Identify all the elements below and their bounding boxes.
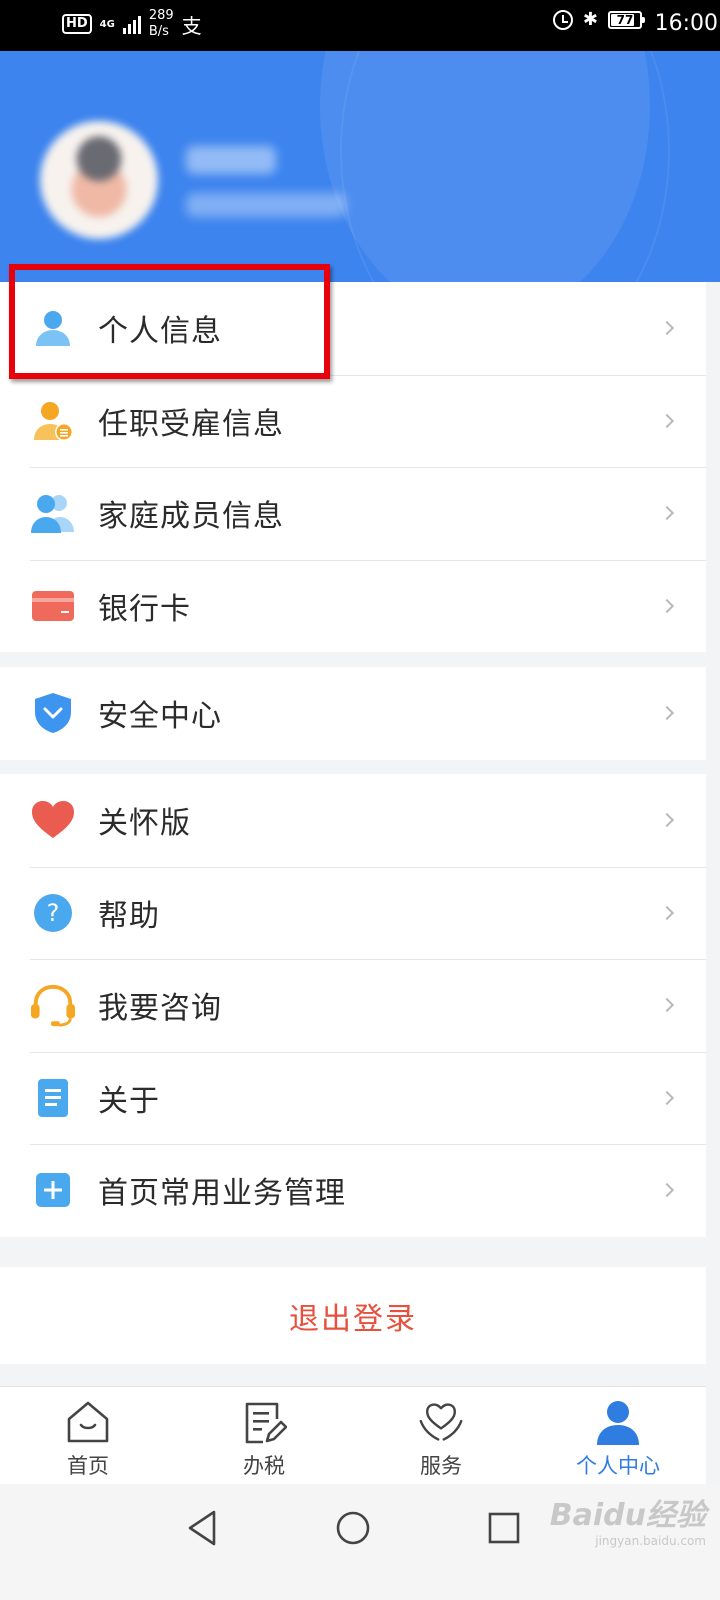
clock: 16:00 [654, 11, 718, 36]
menu-item-care-mode[interactable]: 关怀版 [0, 774, 706, 867]
avatar[interactable] [40, 121, 158, 239]
network-speed-value: 289 [148, 8, 174, 23]
menu-item-family-info[interactable]: 家庭成员信息 [0, 467, 706, 560]
chevron-right-icon [659, 905, 675, 920]
tax-form-icon [245, 1402, 287, 1444]
tab-tax[interactable]: 办税 [194, 1387, 334, 1485]
bank-card-icon [30, 583, 76, 629]
menu-item-label: 首页常用业务管理 [98, 1176, 346, 1212]
logout-button[interactable]: 退出登录 [0, 1267, 706, 1364]
profile-header [0, 51, 720, 282]
recents-icon[interactable] [484, 1508, 524, 1548]
menu-item-home-shortcuts[interactable]: 首页常用业务管理 [0, 1144, 706, 1237]
plus-square-icon [30, 1167, 76, 1213]
user-name-blurred [186, 146, 276, 174]
shield-icon [30, 690, 76, 736]
status-left: HD 4G 289 B/s 支 [62, 8, 202, 40]
menu-item-help[interactable]: ? 帮助 [0, 866, 706, 960]
chevron-right-icon [659, 413, 675, 428]
tab-label: 服务 [420, 1454, 462, 1478]
menu-item-label: 关于 [98, 1083, 160, 1119]
alarm-icon [552, 10, 573, 30]
status-right: ✱ 77 [552, 9, 645, 30]
menu-item-security-center[interactable]: 安全中心 [0, 667, 706, 760]
employee-badge-icon [30, 398, 76, 444]
menu-item-label: 家庭成员信息 [98, 499, 284, 535]
menu-group-misc: 关怀版 ? 帮助 我要咨询 关于 首页常用业务管理 [0, 774, 706, 1237]
heart-icon [30, 797, 76, 843]
menu-item-personal-info[interactable]: 个人信息 [0, 282, 706, 375]
hd-indicator: HD [62, 14, 92, 34]
person-icon [30, 305, 76, 351]
user-center-icon [597, 1401, 639, 1445]
back-icon[interactable] [182, 1508, 222, 1548]
chevron-right-icon [659, 706, 675, 721]
svg-text:?: ? [47, 899, 60, 927]
status-bar: HD 4G 289 B/s 支 ✱ 77 16:00 [0, 0, 720, 51]
payment-icon: 支 [181, 13, 202, 38]
menu-group-account: 个人信息 任职受雇信息 家庭成员信息 银行卡 [0, 282, 706, 652]
chevron-right-icon [659, 1090, 675, 1105]
menu-item-label: 我要咨询 [98, 991, 222, 1027]
tab-label: 首页 [67, 1454, 109, 1478]
battery-icon: 77 [608, 11, 645, 29]
network-speed-unit: B/s [148, 24, 169, 39]
home-icon [67, 1401, 109, 1443]
tab-label: 办税 [243, 1454, 285, 1478]
signal-icon [122, 14, 141, 34]
watermark: Baidu经验 jingyan.baidu.com [550, 1490, 706, 1548]
menu-item-label: 关怀版 [98, 806, 191, 842]
tab-home[interactable]: 首页 [18, 1387, 158, 1485]
network-type: 4G [99, 18, 115, 30]
menu-item-employment-info[interactable]: 任职受雇信息 [0, 374, 706, 468]
service-heart-icon [419, 1403, 463, 1441]
tab-service[interactable]: 服务 [371, 1387, 511, 1485]
chevron-right-icon [659, 998, 675, 1013]
logout-label: 退出登录 [289, 1301, 417, 1337]
menu-item-bank-card[interactable]: 银行卡 [0, 559, 706, 653]
chevron-right-icon [659, 813, 675, 828]
question-icon: ? [30, 890, 76, 936]
bottom-tab-bar: 首页 办税 服务 个人中心 [0, 1386, 706, 1484]
menu-item-label: 个人信息 [98, 314, 222, 350]
menu-item-label: 任职受雇信息 [98, 406, 284, 442]
tab-user-center[interactable]: 个人中心 [548, 1387, 688, 1485]
user-id-blurred [186, 193, 346, 217]
menu-item-consult[interactable]: 我要咨询 [0, 959, 706, 1052]
document-icon [30, 1075, 76, 1121]
headset-icon [30, 982, 76, 1028]
watermark-url: jingyan.baidu.com [595, 1534, 706, 1548]
menu-group-security: 安全中心 [0, 667, 706, 760]
tab-label: 个人中心 [576, 1454, 660, 1478]
menu-item-about[interactable]: 关于 [0, 1051, 706, 1145]
battery-level: 77 [616, 13, 634, 27]
chevron-right-icon [659, 1183, 675, 1198]
watermark-brand: Baidu经验 [549, 1498, 706, 1533]
system-navigation-bar: Baidu经验 jingyan.baidu.com [0, 1484, 720, 1600]
home-circle-icon[interactable] [333, 1508, 373, 1548]
network-speed: 289 B/s [149, 8, 174, 40]
chevron-right-icon [659, 598, 675, 613]
menu-item-label: 安全中心 [98, 699, 222, 735]
menu-item-label: 帮助 [98, 898, 160, 934]
chevron-right-icon [659, 506, 675, 521]
header-decoration-ring [340, 51, 670, 282]
bluetooth-icon: ✱ [582, 9, 598, 30]
chevron-right-icon [659, 321, 675, 336]
family-icon [30, 490, 76, 536]
menu-item-label: 银行卡 [98, 591, 191, 627]
